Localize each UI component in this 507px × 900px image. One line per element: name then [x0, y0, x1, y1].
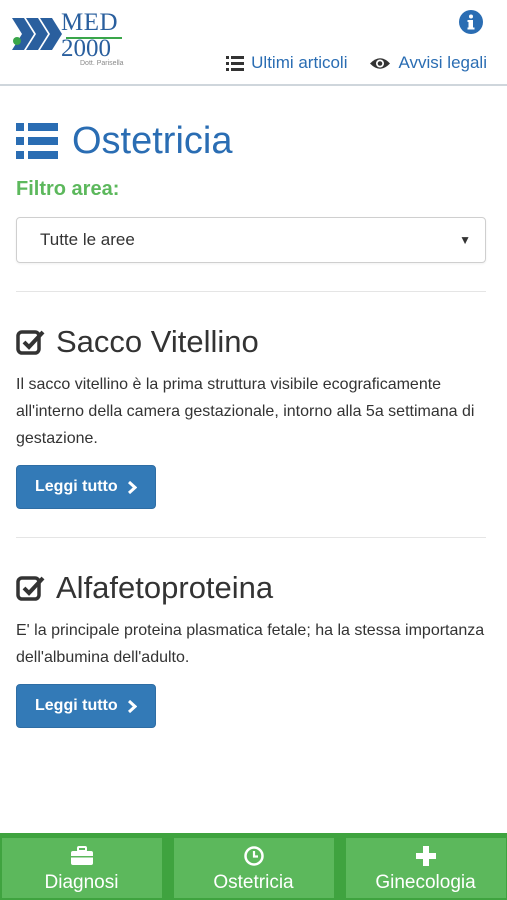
article-excerpt: Il sacco vitellino è la prima struttura … — [16, 376, 475, 447]
page-title: Ostetricia — [16, 118, 486, 164]
read-more-button[interactable]: Leggi tutto — [16, 684, 156, 728]
nav-avvisi-legali-label: Avvisi legali — [398, 53, 487, 72]
top-navigation: Ultimi articoli Avvisi legali — [226, 53, 487, 73]
chevron-right-icon — [127, 480, 137, 494]
nav-ultimi-articoli[interactable]: Ultimi articoli — [226, 53, 347, 73]
chevron-right-icon — [127, 699, 137, 713]
briefcase-icon — [70, 846, 93, 865]
read-more-label: Leggi tutto — [35, 697, 118, 714]
filter-label: Filtro area: — [16, 178, 120, 200]
article-card: Sacco Vitellino Il sacco vitellino è la … — [16, 322, 486, 509]
logo-year: 2000 — [61, 35, 111, 62]
tab-ostetricia-label: Ostetricia — [213, 872, 294, 893]
divider — [16, 291, 486, 292]
page-title-text: Ostetricia — [72, 119, 233, 162]
list-icon — [226, 55, 245, 71]
checkbox-checked-icon — [16, 576, 45, 601]
info-circle-icon[interactable] — [458, 9, 484, 35]
eye-icon — [370, 57, 391, 69]
bottom-tab-bar: Diagnosi Ostetricia Ginecologia — [0, 833, 507, 900]
article-title: Sacco Vitellino — [16, 322, 486, 362]
article-excerpt: E' la principale proteina plasmatica fet… — [16, 622, 485, 666]
read-more-button[interactable]: Leggi tutto — [16, 465, 156, 509]
tab-ostetricia[interactable]: Ostetricia — [173, 838, 334, 898]
site-logo[interactable]: MED 2000 Dott. Parisella — [10, 8, 132, 70]
area-filter-select[interactable]: Tutte le aree ▼ — [16, 217, 486, 263]
logo-brand: MED — [61, 9, 119, 36]
tab-ginecologia[interactable]: Ginecologia — [345, 838, 506, 898]
read-more-label: Leggi tutto — [35, 478, 118, 495]
nav-ultimi-articoli-label: Ultimi articoli — [251, 53, 348, 72]
checkbox-checked-icon — [16, 330, 45, 355]
article-title-text[interactable]: Alfafetoproteina — [56, 570, 273, 606]
chevron-down-icon: ▼ — [459, 233, 471, 247]
divider — [16, 537, 486, 538]
app-header: MED 2000 Dott. Parisella Ultimi articoli — [0, 0, 507, 86]
article-title: Alfafetoproteina — [16, 568, 486, 608]
nav-avvisi-legali[interactable]: Avvisi legali — [369, 53, 487, 73]
plus-icon — [415, 846, 436, 866]
tab-ginecologia-label: Ginecologia — [375, 872, 476, 893]
main-content: Ostetricia Filtro area: Tutte le aree ▼ … — [16, 100, 486, 728]
logo-subtitle: Dott. Parisella — [80, 60, 124, 67]
area-filter-value: Tutte le aree — [40, 230, 135, 249]
tab-diagnosi-label: Diagnosi — [44, 872, 119, 893]
article-card: Alfafetoproteina E' la principale protei… — [16, 568, 486, 728]
list-icon — [16, 123, 58, 159]
clock-icon — [243, 846, 264, 866]
tab-diagnosi[interactable]: Diagnosi — [1, 838, 162, 898]
article-title-text[interactable]: Sacco Vitellino — [56, 324, 259, 360]
